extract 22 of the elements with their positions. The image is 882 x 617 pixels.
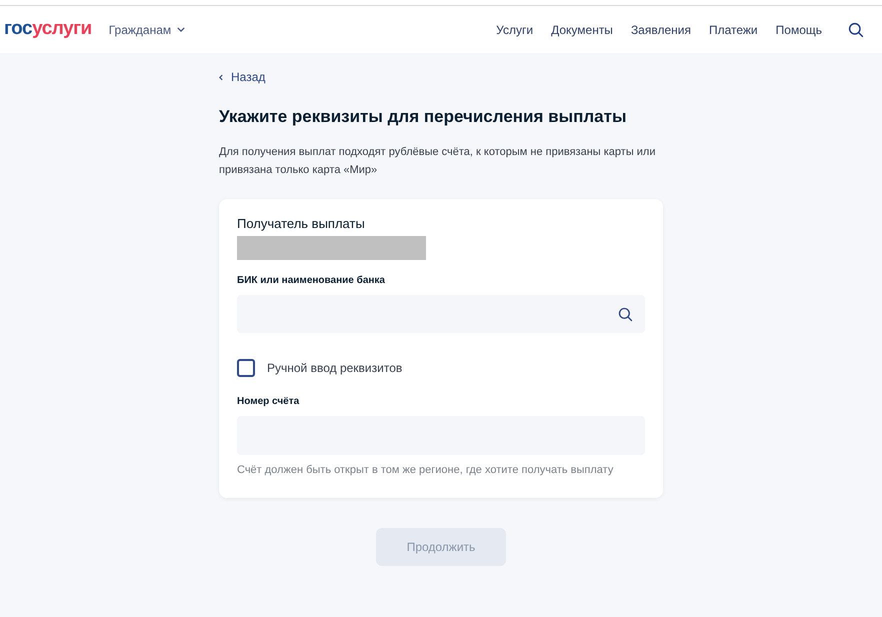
nav-link[interactable]: Документы — [551, 20, 613, 38]
nav-link[interactable]: Услуги — [496, 20, 534, 38]
citizens-menu[interactable]: Гражданам — [108, 20, 186, 38]
description: Для получения выплат подходят рублёвые счёта, к которым не привязаны карты или привязана только карта «Мир» — [219, 145, 656, 178]
search-button[interactable] — [848, 22, 864, 38]
field-hint: Счёт должен быть открыт в том же регионе, где хотите получать выплату — [237, 463, 614, 478]
checkbox[interactable] — [237, 359, 255, 377]
logo[interactable]: госуслуги — [4, 15, 92, 44]
chevron-left-icon — [219, 74, 223, 80]
search-icon — [618, 306, 633, 322]
nav-link[interactable]: Помощь — [776, 20, 822, 38]
nav-link[interactable]: Заявления — [630, 20, 691, 38]
back-link[interactable]: Назад — [219, 68, 663, 86]
nav-link[interactable]: Платежи — [708, 20, 758, 38]
field-label: Номер счёта — [237, 395, 300, 409]
bank-search-field[interactable] — [237, 295, 645, 333]
field-label: БИК или наименование банка — [237, 274, 386, 288]
page-title: Укажите реквизиты для перечисления выплаты — [219, 106, 628, 128]
chevron-icon — [177, 27, 186, 32]
checkbox-label: Ручной ввод реквизитов — [267, 360, 402, 377]
recipient-label: Получатель выплаты — [237, 216, 366, 232]
search-icon — [848, 22, 864, 38]
